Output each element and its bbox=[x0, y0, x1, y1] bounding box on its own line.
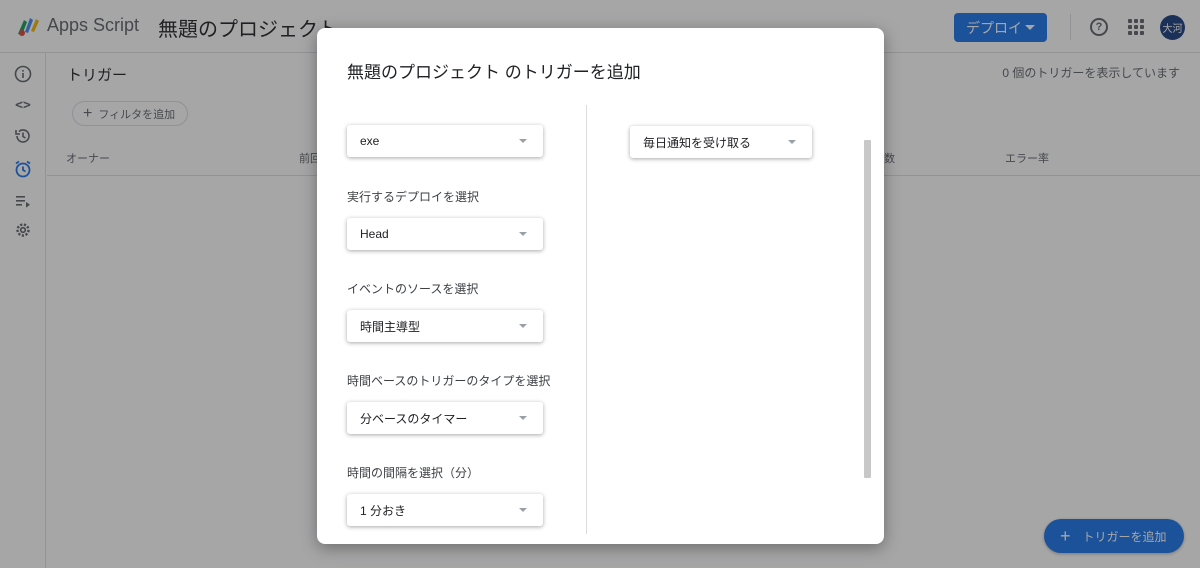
event-source-value: 時間主導型 bbox=[360, 319, 421, 334]
event-source-label: イベントのソースを選択 bbox=[347, 282, 479, 296]
deploy-select[interactable]: Head bbox=[347, 218, 543, 250]
failure-notification-select[interactable]: 毎日通知を受け取る bbox=[630, 126, 812, 158]
deploy-select-label: 実行するデプロイを選択 bbox=[347, 190, 480, 204]
interval-label: 時間の間隔を選択（分） bbox=[347, 466, 480, 480]
time-type-label: 時間ベースのトリガーのタイプを選択 bbox=[347, 374, 551, 388]
time-type-select[interactable]: 分ベースのタイマー bbox=[347, 402, 543, 434]
caret-down-icon bbox=[519, 139, 527, 143]
dialog-title: 無題のプロジェクト のトリガーを追加 bbox=[347, 63, 641, 82]
caret-down-icon bbox=[519, 508, 527, 512]
time-type-value: 分ベースのタイマー bbox=[360, 411, 468, 426]
caret-down-icon bbox=[519, 416, 527, 420]
failure-notification-value: 毎日通知を受け取る bbox=[643, 135, 752, 150]
scrollbar[interactable] bbox=[864, 140, 871, 478]
caret-down-icon bbox=[519, 232, 527, 236]
interval-select[interactable]: 1 分おき bbox=[347, 494, 543, 526]
column-divider bbox=[586, 105, 587, 534]
function-select-value: exe bbox=[360, 134, 380, 148]
function-select[interactable]: exe bbox=[347, 125, 543, 157]
event-source-select[interactable]: 時間主導型 bbox=[347, 310, 543, 342]
add-trigger-dialog: 無題のプロジェクト のトリガーを追加 exe 実行するデプロイを選択 Head … bbox=[317, 28, 884, 544]
caret-down-icon bbox=[788, 140, 796, 144]
deploy-select-value: Head bbox=[360, 227, 389, 241]
caret-down-icon bbox=[519, 324, 527, 328]
interval-value: 1 分おき bbox=[360, 503, 407, 518]
